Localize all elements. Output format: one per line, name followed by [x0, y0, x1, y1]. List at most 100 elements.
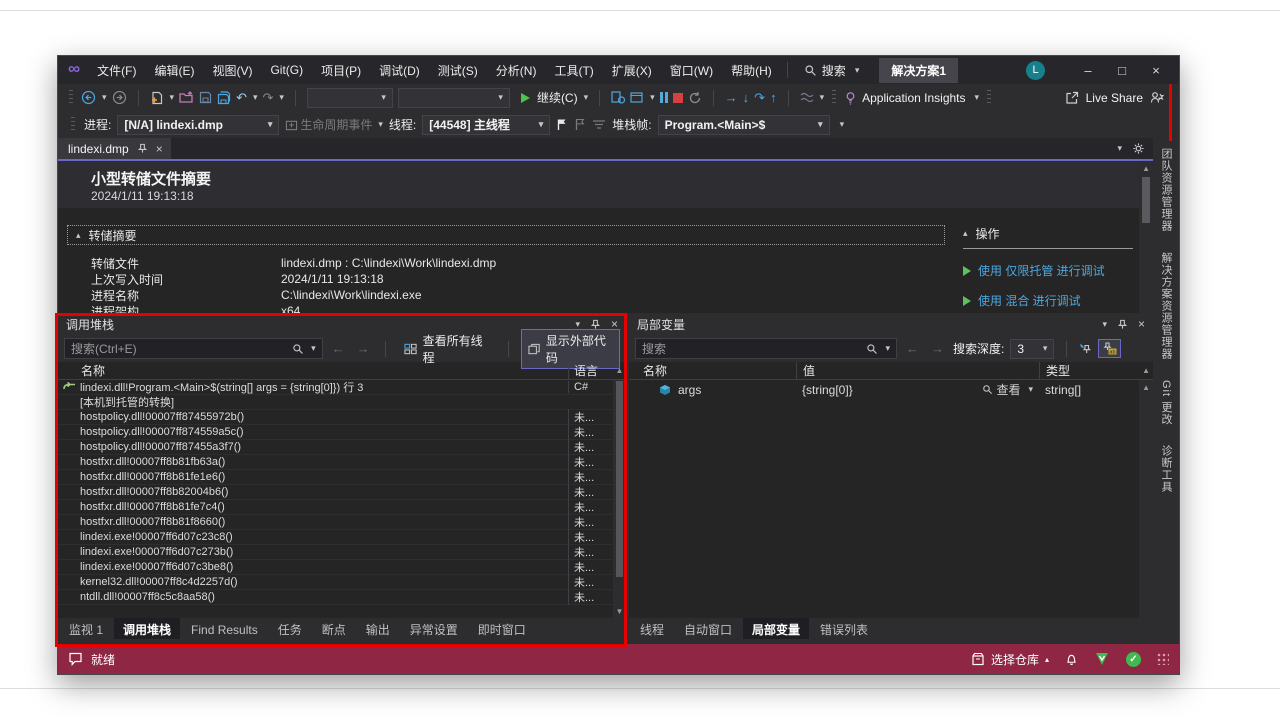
- locals-scrollbar[interactable]: ▲: [1139, 380, 1153, 618]
- stack-frame-combobox[interactable]: Program.<Main>$ ▾: [658, 115, 830, 135]
- select-repository-button[interactable]: 选择仓库 ▴: [971, 651, 1049, 668]
- menu-item[interactable]: 窗口(W): [661, 62, 722, 79]
- tab-lindexi-dmp[interactable]: lindexi.dmp ×: [58, 138, 171, 159]
- stack-frame-row[interactable]: lindexi.exe!00007ff6d07c23c8() 未...: [58, 530, 613, 545]
- close-tab-icon[interactable]: ×: [156, 142, 163, 156]
- intellitrace-button[interactable]: ▾: [800, 92, 825, 104]
- step-into-button[interactable]: ↓: [743, 91, 750, 104]
- navigate-forward-button[interactable]: [112, 90, 127, 105]
- call-stack-scrollbar[interactable]: ▼: [613, 380, 626, 618]
- undo-button[interactable]: ↶ ▾: [236, 91, 257, 104]
- side-tab[interactable]: Git 更改: [1158, 380, 1174, 425]
- call-stack-search-input[interactable]: 搜索(Ctrl+E) ▾: [64, 338, 323, 359]
- stack-frame-row[interactable]: kernel32.dll!00007ff8c4d2257d() 未...: [58, 575, 613, 590]
- search-icon[interactable]: [866, 343, 878, 355]
- search-next-icon[interactable]: →: [354, 341, 373, 356]
- panel-tab[interactable]: 异常设置: [401, 618, 467, 641]
- window-position-chevron-icon[interactable]: ▾: [1103, 319, 1108, 330]
- show-window-button[interactable]: ▾: [630, 91, 655, 104]
- stack-frame-row[interactable]: hostfxr.dll!00007ff8b81fe1e6() 未...: [58, 470, 613, 485]
- maximize-button[interactable]: □: [1105, 61, 1139, 80]
- panel-tab[interactable]: 线程: [631, 618, 673, 641]
- panel-tab[interactable]: Find Results: [182, 618, 267, 641]
- flag-pin-button[interactable]: [1079, 342, 1092, 355]
- new-file-button[interactable]: ▾: [150, 91, 175, 105]
- column-header-type[interactable]: 类型: [1039, 362, 1139, 379]
- navigate-back-button[interactable]: ▾: [81, 90, 107, 105]
- chevron-down-icon[interactable]: ▾: [885, 343, 890, 354]
- locals-search-input[interactable]: 搜索 ▾: [635, 338, 897, 359]
- minimize-button[interactable]: –: [1071, 61, 1105, 80]
- stack-frame-row[interactable]: hostfxr.dll!00007ff8b81fe7c4() 未...: [58, 500, 613, 515]
- toolbar-overflow-icon[interactable]: ▾: [840, 119, 845, 130]
- menu-item[interactable]: Git(G): [261, 63, 312, 77]
- live-share-button[interactable]: Live Share: [1086, 91, 1143, 105]
- menu-item[interactable]: 帮助(H): [722, 62, 781, 79]
- break-all-button[interactable]: [611, 91, 625, 104]
- redo-button[interactable]: ↷ ▾: [263, 91, 284, 104]
- panel-tab[interactable]: 任务: [269, 618, 311, 641]
- stack-frame-row[interactable]: lindexi.exe!00007ff6d07c3be8() 未...: [58, 560, 613, 575]
- panel-tab[interactable]: 错误列表: [811, 618, 877, 641]
- search-depth-combobox[interactable]: 3 ▾: [1010, 339, 1054, 359]
- debug-action-link[interactable]: 使用 混合 进行调试: [978, 292, 1081, 309]
- chevron-down-icon[interactable]: ▾: [311, 343, 316, 354]
- stack-frame-row[interactable]: hostfxr.dll!00007ff8b81fb63a() 未...: [58, 455, 613, 470]
- search-next-icon[interactable]: →: [928, 341, 947, 356]
- close-button[interactable]: ×: [1139, 61, 1173, 80]
- tab-list-chevron-icon[interactable]: ▾: [1118, 143, 1123, 154]
- pin-icon[interactable]: [1117, 319, 1128, 330]
- bell-icon[interactable]: [1065, 652, 1078, 666]
- process-combobox[interactable]: [N/A] lindexi.dmp ▾: [117, 115, 279, 135]
- platform-combobox[interactable]: ▾: [398, 88, 510, 108]
- menu-item[interactable]: 工具(T): [545, 62, 602, 79]
- column-header-name[interactable]: 名称: [58, 362, 568, 379]
- scroll-up-icon[interactable]: ▲: [1139, 161, 1153, 175]
- panel-tab[interactable]: 断点: [313, 618, 355, 641]
- menu-item[interactable]: 编辑(E): [145, 62, 203, 79]
- show-next-statement-button[interactable]: →: [725, 91, 738, 104]
- pause-button[interactable]: [660, 92, 668, 103]
- environment-status-icon[interactable]: [1094, 652, 1110, 666]
- stack-frame-row[interactable]: hostpolicy.dll!00007ff87455a3f7() 未...: [58, 440, 613, 455]
- unflag-threads-button[interactable]: [574, 118, 586, 131]
- locals-title-bar[interactable]: 局部变量 ▾ ×: [629, 313, 1153, 335]
- debug-action-link[interactable]: 使用 仅限托管 进行调试: [978, 262, 1105, 279]
- stack-frame-row[interactable]: hostpolicy.dll!00007ff874559a5c() 未...: [58, 425, 613, 440]
- stack-frame-row[interactable]: lindexi.exe!00007ff6d07c273b() 未...: [58, 545, 613, 560]
- toolbar-grip[interactable]: [69, 90, 73, 106]
- step-out-button[interactable]: ↑: [770, 91, 777, 104]
- account-avatar[interactable]: L: [1026, 61, 1045, 80]
- menu-item[interactable]: 视图(V): [203, 62, 261, 79]
- menu-item[interactable]: 项目(P): [312, 62, 370, 79]
- flag-threads-button[interactable]: [556, 118, 568, 131]
- scroll-up-icon[interactable]: ▲: [613, 366, 626, 375]
- menu-item[interactable]: 分析(N): [487, 62, 546, 79]
- stack-frame-row[interactable]: ntdll.dll!00007ff8c5c8aa58() 未...: [58, 590, 613, 605]
- menu-item[interactable]: 测试(S): [429, 62, 487, 79]
- stack-frame-row[interactable]: hostpolicy.dll!00007ff87455972b() 未...: [58, 410, 613, 425]
- variable-row[interactable]: args {string[0]} 查看 ▾: [629, 380, 1139, 399]
- application-insights-button[interactable]: Application Insights ▾: [844, 90, 994, 106]
- document-scrollbar[interactable]: ▲: [1139, 161, 1153, 313]
- side-tab[interactable]: 诊断工具: [1158, 445, 1174, 493]
- column-header-value[interactable]: 值: [796, 362, 1039, 379]
- panel-tab[interactable]: 局部变量: [743, 618, 809, 641]
- side-tab[interactable]: 团队资源管理器: [1158, 148, 1174, 232]
- panel-tab[interactable]: 自动窗口: [675, 618, 741, 641]
- save-all-button[interactable]: [217, 91, 231, 105]
- stop-button[interactable]: [673, 93, 683, 103]
- pin-properties-button[interactable]: ab: [1098, 339, 1121, 358]
- panel-tab[interactable]: 监视 1: [60, 618, 112, 641]
- menu-item[interactable]: 调试(D): [370, 62, 429, 79]
- gear-icon[interactable]: [1132, 142, 1145, 155]
- pin-icon[interactable]: [137, 143, 148, 154]
- close-panel-icon[interactable]: ×: [1138, 317, 1145, 331]
- continue-button[interactable]: 继续(C) ▾: [521, 89, 588, 106]
- lifecycle-events-button[interactable]: 生命周期事件 ▾: [285, 116, 383, 133]
- column-header-language[interactable]: 语言: [568, 362, 613, 379]
- save-button[interactable]: [199, 91, 212, 104]
- menu-item[interactable]: 扩展(X): [603, 62, 661, 79]
- toolbar-grip[interactable]: [832, 90, 836, 106]
- toolbar-grip[interactable]: [71, 117, 75, 133]
